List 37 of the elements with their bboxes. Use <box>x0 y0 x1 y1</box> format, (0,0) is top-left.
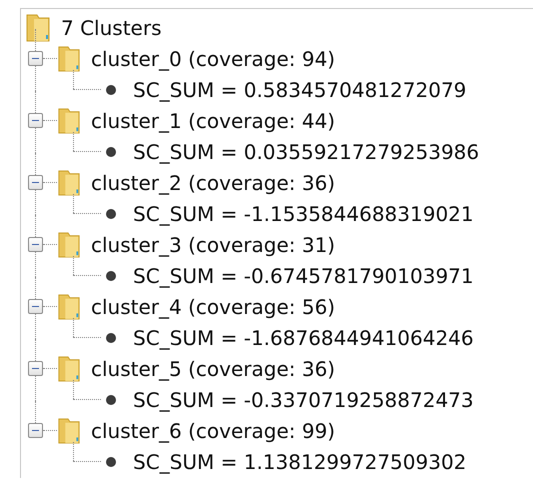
tree-item[interactable]: SC_SUM = -0.3370719258872473 <box>133 388 474 412</box>
tree-item[interactable]: cluster_1 (coverage: 44) <box>91 108 336 132</box>
collapse-button[interactable] <box>28 361 43 376</box>
folder-icon <box>57 416 81 446</box>
folder-icon <box>57 230 81 260</box>
folder-icon <box>57 106 81 136</box>
collapse-button[interactable] <box>28 423 43 438</box>
tree-item[interactable]: cluster_0 (coverage: 94) <box>91 46 336 70</box>
tree-item[interactable]: cluster_2 (coverage: 36) <box>91 170 336 194</box>
tree-item[interactable]: SC_SUM = -0.6745781790103971 <box>133 264 474 288</box>
tree-item[interactable]: SC_SUM = -1.1535844688319021 <box>133 202 474 226</box>
tree-item[interactable]: SC_SUM = 0.03559217279253986 <box>133 140 480 164</box>
bullet-icon <box>105 394 117 406</box>
bullet-icon <box>105 208 117 220</box>
collapse-button[interactable] <box>28 51 43 66</box>
folder-icon <box>57 44 81 74</box>
bullet-icon <box>105 332 117 344</box>
bullet-icon <box>105 84 117 96</box>
collapse-button[interactable] <box>28 113 43 128</box>
tree-item[interactable]: cluster_4 (coverage: 56) <box>91 294 336 318</box>
collapse-button[interactable] <box>28 175 43 190</box>
bullet-icon <box>105 456 117 468</box>
folder-icon <box>57 292 81 322</box>
tree-item[interactable]: cluster_6 (coverage: 99) <box>91 418 336 442</box>
tree-item[interactable]: SC_SUM = 1.1381299727509302 <box>133 450 466 474</box>
tree-item[interactable]: SC_SUM = 0.5834570481272079 <box>133 78 466 102</box>
tree-item[interactable]: cluster_3 (coverage: 31) <box>91 232 336 256</box>
tree-item[interactable]: SC_SUM = -1.6876844941064246 <box>133 326 474 350</box>
bullet-icon <box>105 270 117 282</box>
bullet-icon <box>105 146 117 158</box>
folder-icon <box>57 354 81 384</box>
folder-icon <box>25 12 51 42</box>
tree-item[interactable]: 7 Clusters <box>61 16 162 40</box>
collapse-button[interactable] <box>28 299 43 314</box>
tree-item[interactable]: cluster_5 (coverage: 36) <box>91 356 336 380</box>
collapse-button[interactable] <box>28 237 43 252</box>
folder-icon <box>57 168 81 198</box>
